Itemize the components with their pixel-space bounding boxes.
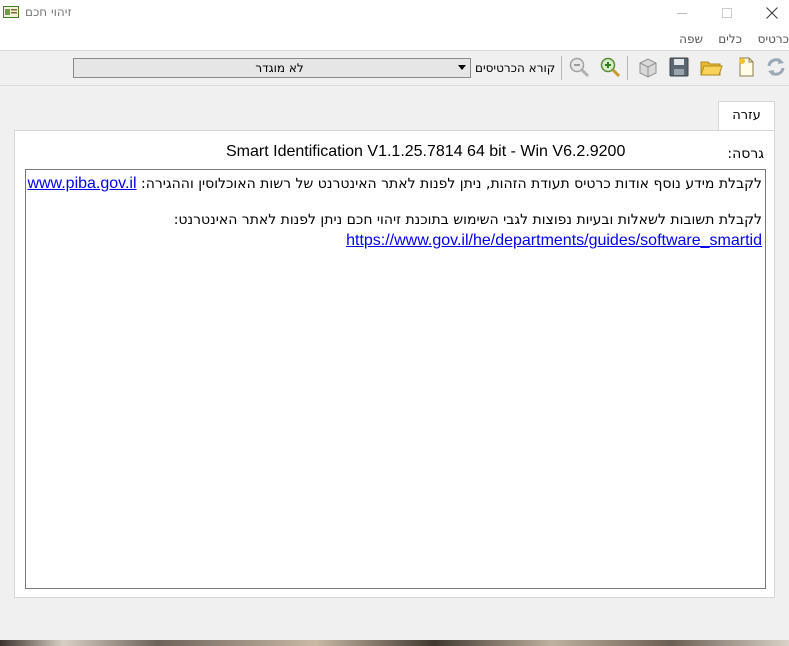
open-folder-icon (699, 56, 723, 81)
zoom-in-icon (599, 56, 621, 81)
help-panel: גרסה: Smart Identification V1.1.25.7814 … (14, 130, 775, 598)
window-title: זיהוי חכם (25, 5, 72, 19)
card-box-icon (637, 56, 659, 81)
zoom-in-button[interactable] (597, 55, 623, 81)
piba-link[interactable]: www.piba.gov.il (27, 175, 136, 192)
card-box-button[interactable] (635, 55, 661, 81)
version-label: גרסה: (727, 146, 764, 162)
close-icon (766, 6, 778, 22)
refresh-button[interactable] (763, 55, 789, 81)
zoom-out-button[interactable] (566, 55, 592, 81)
toolbar-separator (627, 56, 628, 80)
id-card-icon (3, 6, 19, 18)
close-button[interactable] (750, 0, 789, 28)
minimize-button[interactable] (660, 0, 704, 28)
save-icon (668, 56, 690, 81)
chevron-down-icon (458, 65, 466, 70)
toolbar: קורא הכרטיסים לא מוגדר (0, 50, 789, 86)
new-document-icon (735, 56, 757, 81)
card-reader-label: קורא הכרטיסים (475, 61, 556, 75)
smartid-guide-link[interactable]: https://www.gov.il/he/departments/guides… (346, 232, 762, 249)
maximize-icon (722, 7, 732, 21)
card-reader-select[interactable]: לא מוגדר (73, 58, 471, 78)
refresh-icon (765, 56, 787, 81)
menu-item-tools[interactable]: כלים (718, 32, 742, 46)
menu-item-card[interactable]: כרטיס (758, 32, 789, 46)
new-document-button[interactable] (733, 55, 759, 81)
open-folder-button[interactable] (698, 55, 724, 81)
tab-help[interactable]: עזרה (718, 101, 775, 131)
help-info-box: לקבלת מידע נוסף אודות כרטיס תעודת הזהות,… (25, 169, 766, 589)
toolbar-separator (561, 56, 562, 80)
help-line-piba: לקבלת מידע נוסף אודות כרטיס תעודת הזהות,… (27, 175, 762, 193)
help-line-faq-text: לקבלת תשובות לשאלות ובעיות נפוצות לגבי ה… (173, 212, 762, 228)
zoom-out-icon (568, 56, 590, 81)
card-reader-selected-value: לא מוגדר (255, 61, 304, 75)
minimize-icon (677, 7, 687, 21)
save-button[interactable] (666, 55, 692, 81)
app-window: זיהוי חכם כרטיס כלים שפה קורא הכרטיסים ל… (0, 0, 789, 640)
help-line-faq-link-row: https://www.gov.il/he/departments/guides… (346, 232, 762, 250)
menu-item-language[interactable]: שפה (679, 32, 703, 46)
help-line-piba-text: לקבלת מידע נוסף אודות כרטיס תעודת הזהות,… (136, 176, 762, 192)
title-bar: זיהוי חכם (0, 0, 789, 28)
version-value: Smart Identification V1.1.25.7814 64 bit… (226, 143, 626, 160)
desktop-background-strip (0, 640, 789, 646)
menu-bar: כרטיס כלים שפה (0, 28, 789, 50)
maximize-button[interactable] (705, 0, 749, 28)
